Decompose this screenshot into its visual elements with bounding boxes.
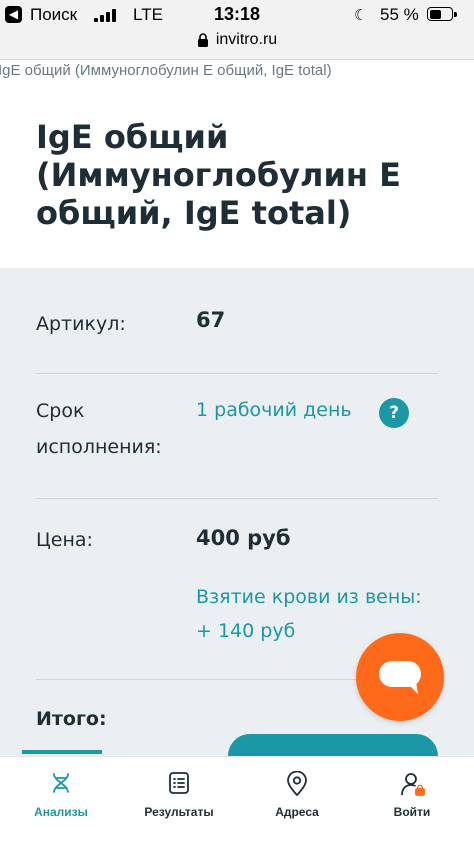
price-value: 400 руб xyxy=(196,526,291,550)
nav-label-results: Результаты xyxy=(144,805,214,819)
help-icon[interactable]: ? xyxy=(379,398,409,428)
article-value: 67 xyxy=(196,308,226,332)
term-value: 1 рабочий день xyxy=(196,399,352,421)
active-tab-indicator xyxy=(22,750,102,754)
total-label: Итого: xyxy=(36,708,107,730)
nav-item-addresses[interactable]: Адреса xyxy=(238,757,356,841)
user-lock-icon xyxy=(401,773,425,796)
blood-draw-price-line1: Взятие крови из вены: xyxy=(196,586,422,608)
dna-icon xyxy=(53,773,69,793)
chat-button[interactable] xyxy=(356,633,444,721)
term-label-line2: исполнения: xyxy=(36,436,162,458)
status-bar: ◀ Поиск LTE 13:18 ☾ 55 % xyxy=(0,0,474,28)
article-label: Артикул: xyxy=(36,313,126,335)
chat-bubble-icon xyxy=(379,661,421,694)
blood-draw-price-line2: + 140 руб xyxy=(196,620,296,642)
battery-icon xyxy=(427,7,457,21)
page-title: IgE общий (Иммуноглобулин E общий, IgE t… xyxy=(36,118,401,232)
do-not-disturb-icon: ☾ xyxy=(354,6,368,24)
url-text: invitro.ru xyxy=(215,31,278,48)
bottom-navigation: Анализы Результаты Адреса Войти xyxy=(0,756,474,841)
nav-item-analyses[interactable]: Анализы xyxy=(2,757,120,841)
lock-icon xyxy=(197,33,208,47)
nav-label-analyses: Анализы xyxy=(34,805,88,819)
divider xyxy=(36,498,438,499)
nav-item-results[interactable]: Результаты xyxy=(120,757,238,841)
breadcrumb[interactable]: IgE общий (Иммуноглобулин E общий, IgE t… xyxy=(0,62,332,79)
divider xyxy=(36,373,438,374)
nav-label-addresses: Адреса xyxy=(275,805,319,819)
list-icon xyxy=(169,772,189,794)
nav-item-login[interactable]: Войти xyxy=(353,757,471,841)
map-pin-icon xyxy=(287,771,307,797)
nav-label-login: Войти xyxy=(393,805,431,819)
address-bar[interactable]: invitro.ru xyxy=(0,28,474,60)
battery-percent: 55 % xyxy=(380,5,419,24)
term-label-line1: Срок xyxy=(36,400,85,422)
price-label: Цена: xyxy=(36,529,93,551)
